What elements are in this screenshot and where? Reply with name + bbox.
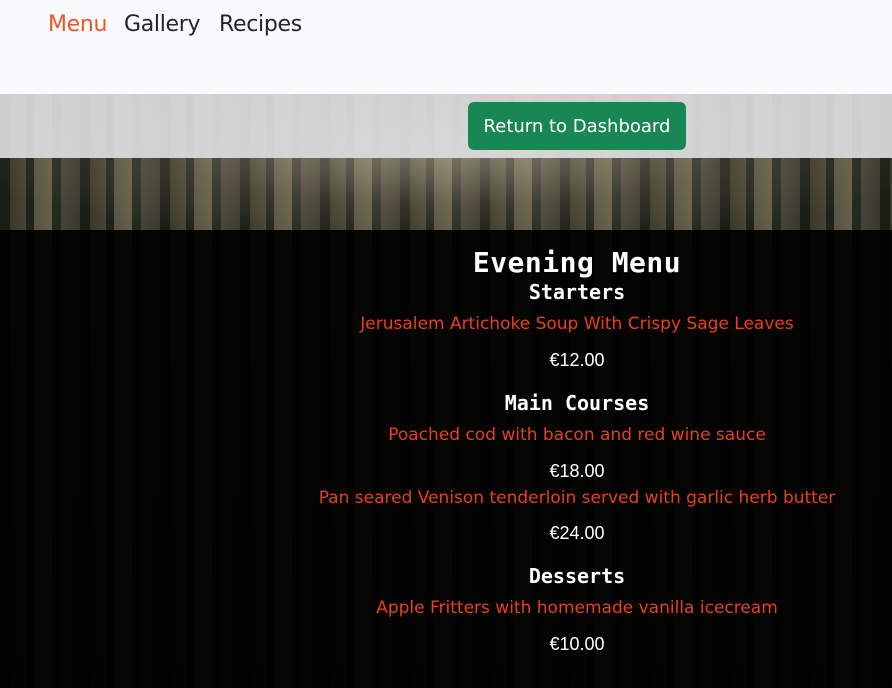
dashboard-bar (0, 94, 892, 158)
top-navbar: Menu Gallery Recipes (0, 0, 892, 94)
menu-item-price: €18.00 (549, 461, 605, 481)
menu-item-name: Jerusalem Artichoke Soup With Crispy Sag… (360, 314, 794, 334)
menu-item-name: Poached cod with bacon and red wine sauc… (388, 425, 766, 445)
nav-link-gallery[interactable]: Gallery (124, 12, 201, 37)
menu-item-name: Pan seared Venison tenderloin served wit… (318, 488, 836, 508)
return-to-dashboard-button[interactable]: Return to Dashboard (468, 102, 686, 150)
nav-link-menu[interactable]: Menu (48, 12, 108, 37)
menu-item-price: €24.00 (549, 523, 605, 543)
nav-link-recipes[interactable]: Recipes (219, 12, 302, 37)
menu-item-price: €10.00 (549, 634, 605, 654)
section-title-main-courses: Main Courses (504, 391, 650, 415)
menu-item-name: Apple Fritters with homemade vanilla ice… (376, 598, 778, 618)
menu-title: Evening Menu (472, 246, 682, 279)
section-title-desserts: Desserts (528, 564, 626, 588)
section-title-starters: Starters (528, 280, 626, 304)
menu-item-price: €12.00 (549, 350, 605, 370)
